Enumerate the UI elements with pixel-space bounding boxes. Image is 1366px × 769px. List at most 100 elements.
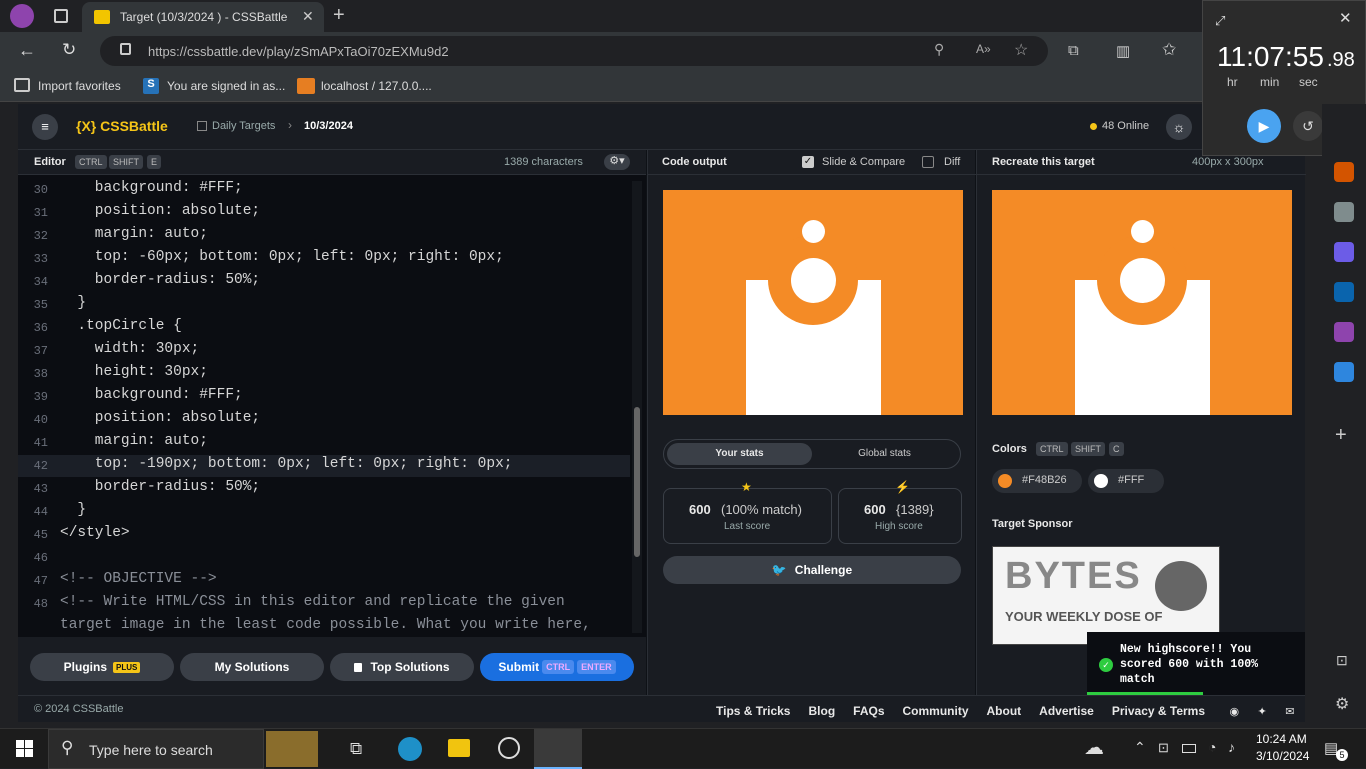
editor-settings-icon[interactable]: ⚙▾: [604, 154, 630, 170]
browser-tab[interactable]: Target (10/3/2024 ) - CSSBattle ✕: [82, 2, 324, 32]
search-highlight-icon[interactable]: [266, 731, 318, 767]
explorer-taskbar-icon[interactable]: [448, 739, 470, 757]
discord-icon[interactable]: ◉: [1229, 706, 1239, 718]
reset-button[interactable]: ↺: [1293, 111, 1323, 141]
back-icon[interactable]: ←: [18, 40, 36, 61]
code-line: position: absolute;: [60, 203, 261, 219]
line-number: 37: [33, 344, 48, 358]
tab-close-icon[interactable]: ✕: [302, 8, 314, 25]
send-icon[interactable]: [1334, 362, 1354, 382]
highscore-toast: ✓ New highscore!! You scored 600 with 10…: [1087, 632, 1305, 696]
favorite-star-icon[interactable]: ☆: [1014, 40, 1028, 60]
favorite-localhost[interactable]: localhost / 127.0.0....: [321, 79, 432, 93]
output-canvas[interactable]: [663, 190, 963, 415]
new-tab-icon[interactable]: +: [333, 4, 345, 27]
swatch-white-icon: [1094, 474, 1108, 488]
sidebar-add-icon[interactable]: +: [1335, 424, 1347, 447]
line-number: 32: [33, 229, 48, 243]
diff-checkbox[interactable]: [922, 156, 934, 168]
footer-link-privacy[interactable]: Privacy & Terms: [1112, 704, 1205, 718]
games-icon[interactable]: [1334, 202, 1354, 222]
line-number: 30: [33, 183, 48, 197]
clock-label-min: min: [1260, 75, 1280, 89]
tray-network-icon: ⊡: [1158, 740, 1169, 755]
tray-chevron-icon[interactable]: ⌃: [1134, 739, 1146, 756]
expand-icon[interactable]: ⤢: [1215, 13, 1225, 29]
tools-icon[interactable]: [1334, 162, 1354, 182]
colors-label: Colors: [992, 443, 1027, 455]
favorite-signed-in[interactable]: You are signed in as...: [167, 79, 285, 93]
refresh-icon[interactable]: ↻: [62, 40, 76, 60]
taskbar-date[interactable]: 3/10/2024: [1256, 749, 1309, 763]
plugins-button[interactable]: Plugins PLUS: [30, 653, 174, 681]
footer-link-faqs[interactable]: FAQs: [853, 704, 884, 718]
output-title: Code output: [662, 156, 727, 168]
breadcrumb-parent[interactable]: Daily Targets: [212, 120, 275, 132]
last-score-value: 600: [689, 502, 711, 517]
edge-taskbar-icon[interactable]: [398, 737, 422, 761]
stopwatch-taskbar-icon[interactable]: [534, 729, 582, 769]
submit-key-enter: ENTER: [577, 660, 616, 674]
code-editor[interactable]: 30 background: #FFF; 31 position: absolut…: [18, 175, 646, 637]
sponsor-banner[interactable]: BYTES YOUR WEEKLY DOSE OF: [992, 546, 1220, 645]
menu-button[interactable]: ≡: [32, 114, 58, 140]
toast-message: New highscore!! You scored 600 with 100%…: [1120, 643, 1259, 686]
challenge-label: Challenge: [794, 563, 853, 577]
tab-actions-icon[interactable]: [54, 9, 68, 23]
taskbar-search[interactable]: ⚲ Type here to search: [48, 729, 264, 769]
footer-link-tips[interactable]: Tips & Tricks: [716, 704, 790, 718]
sidebar-settings-icon[interactable]: ⚙: [1335, 694, 1349, 714]
slide-compare-checkbox[interactable]: ✓: [802, 156, 814, 168]
output-panel: Code output ✓ Slide & Compare Diff Your …: [647, 150, 976, 695]
designer-icon[interactable]: [1334, 322, 1354, 342]
color-chip-orange[interactable]: #F48B26: [992, 469, 1082, 493]
favorite-import[interactable]: Import favorites: [38, 79, 121, 93]
tab-favicon-icon: [94, 10, 110, 24]
breadcrumb-chevron-icon: ›: [288, 118, 292, 132]
tab-your-stats[interactable]: Your stats: [667, 443, 812, 465]
mail-icon[interactable]: ✉: [1285, 706, 1294, 718]
copilot-icon[interactable]: [1334, 242, 1354, 262]
profile-avatar[interactable]: [10, 4, 34, 28]
footer-link-about[interactable]: About: [987, 704, 1022, 718]
extensions-icon[interactable]: ⧉: [1068, 42, 1079, 59]
read-aloud-icon[interactable]: A»: [976, 42, 991, 56]
sidebar-capture-icon[interactable]: ⊡: [1336, 652, 1348, 669]
windows-start-icon[interactable]: [16, 740, 33, 757]
challenge-button[interactable]: 🐦 Challenge: [663, 556, 961, 584]
footer-link-advertise[interactable]: Advertise: [1039, 704, 1094, 718]
footer-link-blog[interactable]: Blog: [808, 704, 835, 718]
target-size: 400px x 300px: [1192, 156, 1264, 168]
code-line: <!-- Write HTML/CSS in this editor and r…: [60, 594, 565, 610]
task-view-icon[interactable]: ⧉: [350, 739, 362, 759]
split-screen-icon[interactable]: ▥: [1116, 42, 1130, 60]
submit-button[interactable]: Submit CTRL ENTER: [480, 653, 634, 681]
play-button[interactable]: ▶: [1247, 109, 1281, 143]
url-text: https://cssbattle.dev/play/zSmAPxTaOi70z…: [148, 44, 449, 59]
favorites-icon[interactable]: ✩: [1162, 40, 1176, 60]
code-line: background: #FFF;: [60, 180, 243, 196]
theme-toggle-icon[interactable]: ☼: [1166, 114, 1192, 140]
bolt-icon: ⚡: [895, 480, 910, 494]
toast-check-icon: ✓: [1099, 658, 1113, 672]
url-field[interactable]: https://cssbattle.dev/play/zSmAPxTaOi70z…: [100, 36, 1048, 66]
taskbar-time[interactable]: 10:24 AM: [1256, 732, 1307, 746]
my-solutions-button[interactable]: My Solutions: [180, 653, 324, 681]
tab-global-stats[interactable]: Global stats: [812, 443, 957, 465]
twitter-footer-icon[interactable]: ✦: [1258, 706, 1267, 718]
breadcrumb-current: 10/3/2024: [304, 120, 353, 132]
top-solutions-button[interactable]: Top Solutions: [330, 653, 474, 681]
code-line: }: [60, 502, 87, 518]
app-logo[interactable]: {X} CSSBattle: [76, 118, 168, 134]
footer-link-community[interactable]: Community: [903, 704, 969, 718]
clock-close-icon[interactable]: ✕: [1339, 9, 1352, 27]
zoom-icon[interactable]: ⚲: [934, 41, 944, 58]
chatgpt-taskbar-icon[interactable]: [498, 737, 520, 759]
outlook-icon[interactable]: [1334, 282, 1354, 302]
color-chip-white[interactable]: #FFF: [1088, 469, 1164, 493]
editor-scrollbar[interactable]: [632, 181, 642, 633]
code-line: height: 30px;: [60, 364, 208, 380]
windows-taskbar: ⚲ Type here to search ⧉ ☁ ⌃ ⊡ ◔ ♪ 10:24 …: [0, 728, 1366, 769]
tab-title: Target (10/3/2024 ) - CSSBattle: [120, 10, 288, 24]
editor-scroll-thumb[interactable]: [634, 407, 640, 557]
